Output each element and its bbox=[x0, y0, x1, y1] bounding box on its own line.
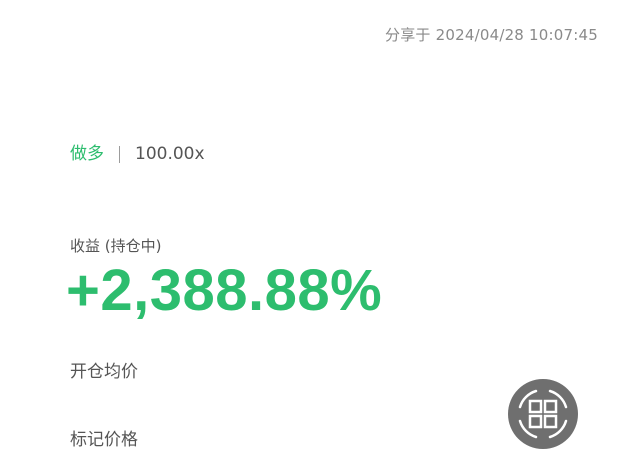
entry-price-label: 开仓均价 bbox=[70, 362, 138, 382]
pnl-percentage: +2,388.88% bbox=[66, 258, 383, 323]
qr-code-button[interactable] bbox=[508, 379, 578, 449]
share-timestamp: 分享于 2024/04/28 10:07:45 bbox=[385, 26, 598, 44]
pnl-label: 收益 (持仓中) bbox=[70, 237, 162, 255]
qr-code-icon bbox=[518, 389, 568, 439]
mark-price-label: 标记价格 bbox=[70, 430, 138, 450]
position-info: 做多 100.00x bbox=[70, 142, 205, 166]
divider bbox=[119, 145, 120, 163]
share-card: 分享于 2024/04/28 10:07:45 做多 100.00x 收益 (持… bbox=[0, 0, 640, 476]
position-side: 做多 bbox=[70, 144, 104, 164]
leverage-value: 100.00x bbox=[135, 144, 205, 164]
